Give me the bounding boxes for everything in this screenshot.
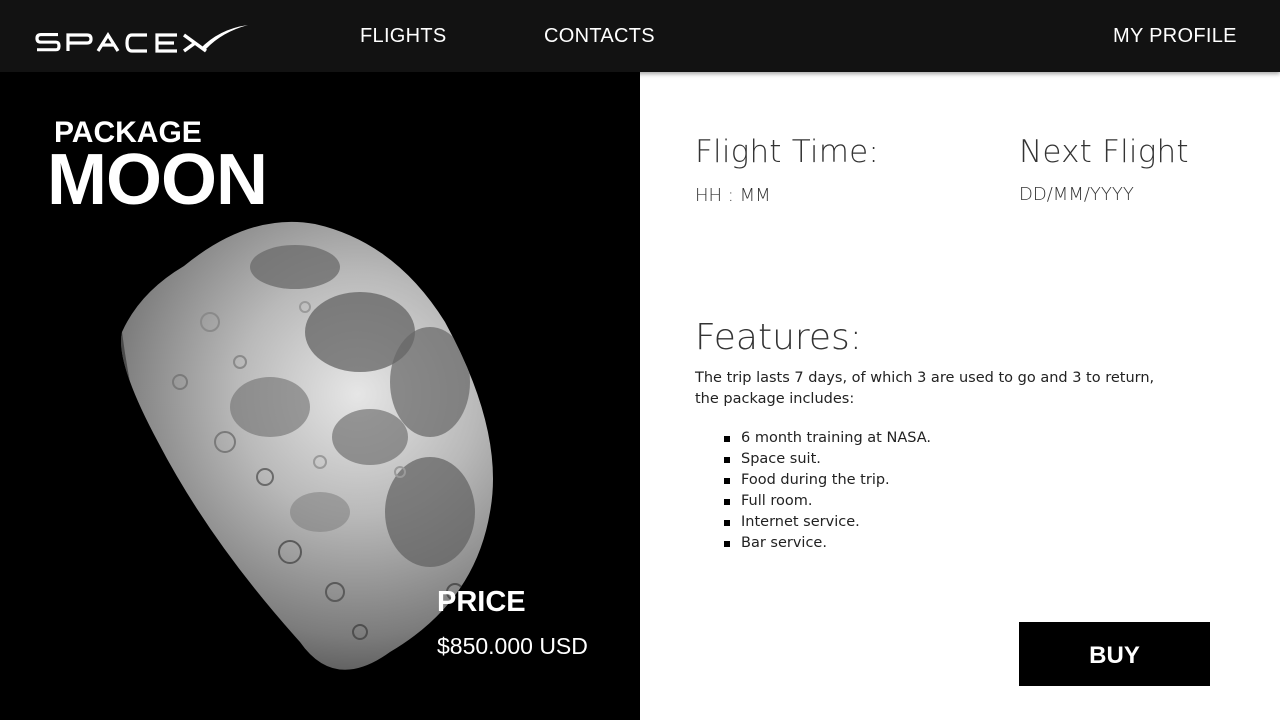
bullet-icon [724, 541, 730, 547]
price-label: PRICE [437, 586, 526, 618]
flight-time-value: HH : MM [695, 185, 771, 206]
flight-time-heading: Flight Time: [695, 134, 880, 170]
feature-item-text: Internet service. [741, 514, 860, 530]
feature-item-text: Space suit. [741, 451, 821, 467]
feature-item-text: Full room. [741, 493, 813, 509]
next-flight-value: DD/MM/YYYY [1019, 184, 1134, 205]
price-value: $850.000 USD [437, 633, 588, 659]
package-details-panel: Flight Time: HH : MM Next Flight DD/MM/Y… [640, 72, 1280, 720]
buy-button[interactable]: BUY [1019, 622, 1210, 686]
features-description-line: the package includes: [695, 391, 855, 407]
moon-image [121, 221, 494, 670]
bullet-icon [724, 457, 730, 463]
feature-item: Food during the trip. [724, 470, 931, 491]
features-heading: Features: [695, 317, 862, 358]
feature-item: 6 month training at NASA. [724, 428, 931, 449]
next-flight-heading: Next Flight [1019, 134, 1189, 170]
feature-item: Bar service. [724, 533, 931, 554]
package-hero-panel: PACKAGE MOON PRICE $850.000 USD [0, 72, 640, 720]
top-navbar: FLIGHTS CONTACTS MY PROFILE [0, 0, 1280, 72]
nav-contacts-link[interactable]: CONTACTS [544, 25, 655, 48]
features-description-line: The trip lasts 7 days, of which 3 are us… [695, 370, 1155, 386]
feature-item-text: Food during the trip. [741, 472, 890, 488]
feature-item-text: 6 month training at NASA. [741, 430, 931, 446]
features-list: 6 month training at NASA. Space suit. Fo… [724, 428, 931, 554]
bullet-icon [724, 520, 730, 526]
features-description: The trip lasts 7 days, of which 3 are us… [695, 368, 1155, 410]
feature-item: Internet service. [724, 512, 931, 533]
spacex-logo[interactable] [34, 22, 254, 56]
feature-item: Space suit. [724, 449, 931, 470]
bullet-icon [724, 499, 730, 505]
bullet-icon [724, 478, 730, 484]
nav-my-profile-link[interactable]: MY PROFILE [1113, 25, 1237, 48]
feature-item-text: Bar service. [741, 535, 827, 551]
feature-item: Full room. [724, 491, 931, 512]
spacex-logo-icon [35, 25, 248, 53]
package-name: MOON [47, 140, 268, 220]
bullet-icon [724, 436, 730, 442]
nav-flights-link[interactable]: FLIGHTS [360, 25, 447, 48]
